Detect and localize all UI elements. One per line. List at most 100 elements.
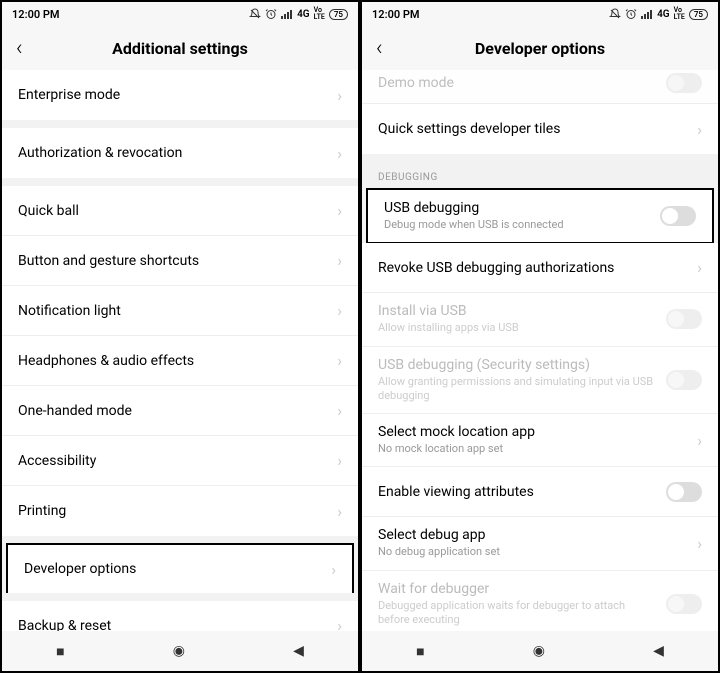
settings-row[interactable]: Select debug app No debug application set… xyxy=(362,517,718,570)
row-subtitle: No debug application set xyxy=(378,545,689,559)
developer-options-list[interactable]: Demo mode Quick settings developer tiles ›… xyxy=(362,70,718,631)
toggle-switch xyxy=(666,370,702,390)
nav-home[interactable]: ◉ xyxy=(173,643,185,659)
chevron-right-icon: › xyxy=(697,258,702,277)
row-label: Backup & reset xyxy=(18,618,329,632)
row-label: Headphones & audio effects xyxy=(18,353,329,369)
nav-back[interactable]: ◀ xyxy=(293,643,304,659)
chevron-right-icon: › xyxy=(337,616,342,631)
chevron-right-icon: › xyxy=(337,86,342,105)
settings-row[interactable]: Backup & reset › xyxy=(2,601,358,631)
row-label: Authorization & revocation xyxy=(18,145,329,161)
status-icons: 4G VoLTE 75 xyxy=(609,7,708,21)
settings-row[interactable]: Enterprise mode › xyxy=(2,70,358,120)
status-bar: 12:00 PM 4G VoLTE 75 xyxy=(2,2,358,26)
row-label: USB debugging (Security settings) xyxy=(378,357,658,373)
header: ‹ Additional settings xyxy=(2,26,358,70)
status-bar: 12:00 PM 4G VoLTE 75 xyxy=(362,2,718,26)
chevron-right-icon: › xyxy=(337,301,342,320)
row-label: Notification light xyxy=(18,303,329,319)
row-label: Demo mode xyxy=(378,75,658,91)
chevron-right-icon: › xyxy=(697,534,702,553)
alarm-icon xyxy=(625,8,637,20)
back-button[interactable]: ‹ xyxy=(16,36,36,61)
settings-row[interactable]: Revoke USB debugging authorizations › xyxy=(362,243,718,293)
chevron-right-icon: › xyxy=(337,502,342,521)
row-label: Select mock location app xyxy=(378,424,689,440)
nav-bar: ■ ◉ ◀ xyxy=(2,631,358,671)
row-label: Revoke USB debugging authorizations xyxy=(378,260,689,276)
battery-indicator: 75 xyxy=(689,9,708,20)
toggle-switch xyxy=(666,309,702,329)
settings-row: Install via USB Allow installing apps via… xyxy=(362,293,718,346)
status-icons: 4G VoLTE 75 xyxy=(249,7,348,21)
chevron-right-icon: › xyxy=(697,120,702,139)
settings-row: Wait for debuggerDebugged application wa… xyxy=(362,571,718,631)
row-subtitle: No mock location app set xyxy=(378,442,689,456)
chevron-right-icon: › xyxy=(697,431,702,450)
settings-row[interactable]: Button and gesture shortcuts› xyxy=(2,236,358,286)
status-time: 12:00 PM xyxy=(372,8,420,21)
settings-row[interactable]: One-handed mode› xyxy=(2,386,358,436)
chevron-right-icon: › xyxy=(337,351,342,370)
row-label: Enterprise mode xyxy=(18,87,329,103)
page-title: Additional settings xyxy=(2,39,358,58)
row-label: Button and gesture shortcuts xyxy=(18,253,329,269)
settings-row[interactable]: Enable viewing attributes xyxy=(362,467,718,517)
settings-row[interactable]: Select mock location app No mock location… xyxy=(362,414,718,467)
toggle-switch[interactable] xyxy=(666,73,702,93)
row-label: Quick settings developer tiles xyxy=(378,121,689,137)
settings-row[interactable]: Quick ball› xyxy=(2,186,358,236)
row-label: Select debug app xyxy=(378,527,689,543)
toggle-switch[interactable] xyxy=(666,482,702,502)
nav-back[interactable]: ◀ xyxy=(653,643,664,659)
chevron-right-icon: › xyxy=(337,401,342,420)
alarm-icon xyxy=(265,8,277,20)
settings-row[interactable]: Headphones & audio effects › xyxy=(2,336,358,386)
settings-list[interactable]: Enterprise mode›Authorization & revocati… xyxy=(2,70,358,631)
settings-row[interactable]: Printing › xyxy=(2,486,358,536)
row-subtitle: Allow installing apps via USB xyxy=(378,321,658,335)
settings-row[interactable]: Accessibility › xyxy=(2,436,358,486)
row-label: Developer options xyxy=(24,561,323,577)
settings-row[interactable]: Notification light › xyxy=(2,286,358,336)
row-subtitle: Debug mode when USB is connected xyxy=(384,218,652,232)
settings-row[interactable]: USB debugging Debug mode when USB is conn… xyxy=(366,188,714,244)
row-label: Accessibility xyxy=(18,453,329,469)
settings-row[interactable]: Quick settings developer tiles › xyxy=(362,104,718,154)
section-header: DEBUGGING xyxy=(362,162,718,189)
battery-indicator: 75 xyxy=(329,9,348,20)
nav-bar: ■ ◉ ◀ xyxy=(362,631,718,671)
back-button[interactable]: ‹ xyxy=(376,36,396,61)
row-label: Install via USB xyxy=(378,303,658,319)
phone-right: 12:00 PM 4G VoLTE 75 ‹ Developer options… xyxy=(360,0,720,673)
nav-home[interactable]: ◉ xyxy=(533,643,545,659)
status-time: 12:00 PM xyxy=(12,8,60,21)
network-label: 4G xyxy=(657,9,670,20)
row-subtitle: Allow granting permissions and simulatin… xyxy=(378,375,658,404)
row-label: Printing xyxy=(18,503,329,519)
nav-recent[interactable]: ■ xyxy=(416,643,424,660)
chevron-right-icon: › xyxy=(337,451,342,470)
settings-row: USB debugging (Security settings) Allow g… xyxy=(362,347,718,415)
settings-row[interactable]: Developer options › xyxy=(6,543,354,593)
row-label: Wait for debugger xyxy=(378,581,658,597)
row-label: USB debugging xyxy=(384,200,652,216)
volte-label: VoLTE xyxy=(314,7,325,21)
toggle-switch[interactable] xyxy=(660,206,696,226)
settings-row[interactable]: Authorization & revocation › xyxy=(2,128,358,178)
chevron-right-icon: › xyxy=(331,560,336,579)
dnd-icon xyxy=(609,8,621,20)
row-label: Quick ball xyxy=(18,203,329,219)
page-title: Developer options xyxy=(362,39,718,58)
header: ‹ Developer options xyxy=(362,26,718,70)
toggle-switch xyxy=(666,594,702,614)
nav-recent[interactable]: ■ xyxy=(56,643,64,660)
settings-row[interactable]: Demo mode xyxy=(362,70,718,104)
dnd-icon xyxy=(249,8,261,20)
chevron-right-icon: › xyxy=(337,144,342,163)
network-label: 4G xyxy=(297,9,310,20)
volte-label: VoLTE xyxy=(674,7,685,21)
phone-left: 12:00 PM 4G VoLTE 75 ‹ Additional settin… xyxy=(0,0,360,673)
signal-icon xyxy=(641,9,653,19)
